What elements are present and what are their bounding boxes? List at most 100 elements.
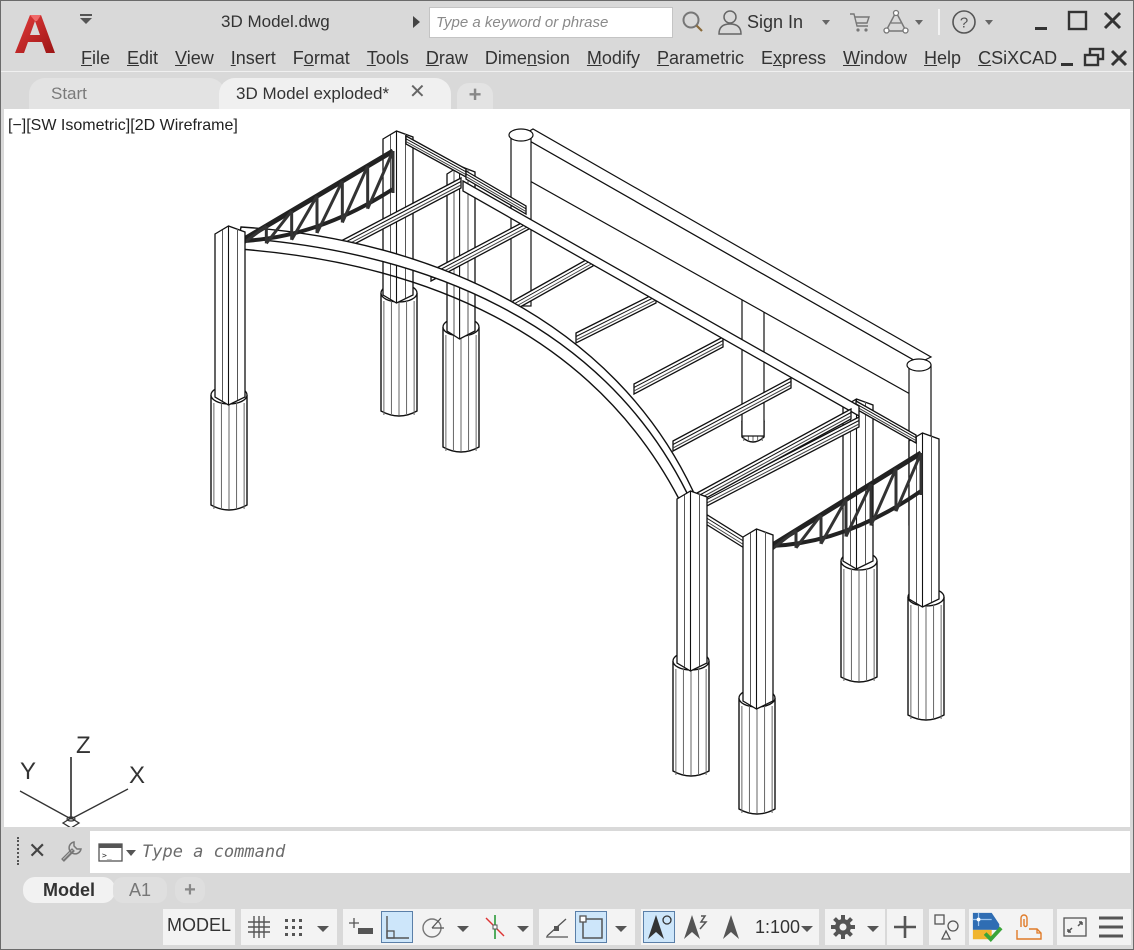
snap-dots-icon	[285, 919, 302, 936]
menu-view[interactable]: View	[175, 45, 214, 71]
layout-tab-model[interactable]: Model	[23, 877, 115, 903]
isodraft-dropdown-icon[interactable]	[517, 926, 529, 932]
isolate-objects-button[interactable]	[931, 911, 963, 943]
ucs-z-label: Z	[76, 732, 91, 759]
user-icon[interactable]	[717, 9, 743, 35]
title-expand-arrow-icon[interactable]	[413, 16, 420, 28]
menu-modify[interactable]: Modify	[587, 45, 640, 71]
drafting-group	[343, 909, 533, 945]
menu-file[interactable]: File	[81, 45, 110, 71]
close-tab-icon[interactable]: ✕	[409, 82, 426, 102]
object-snap-tracking-toggle[interactable]	[541, 911, 573, 943]
ortho-mode-toggle[interactable]	[381, 911, 413, 943]
snap-dropdown-icon[interactable]	[317, 926, 329, 932]
add-layout-button[interactable]: +	[175, 877, 205, 903]
ucs-y-label: Y	[20, 758, 36, 785]
help-icon[interactable]: ?	[951, 9, 977, 35]
polar-dropdown-icon[interactable]	[457, 926, 469, 932]
beam-web-line	[696, 415, 852, 501]
menu-window[interactable]: Window	[843, 45, 907, 71]
close-command-line-icon[interactable]: ✕	[28, 838, 46, 864]
annotation-monitor-group	[887, 909, 923, 945]
menu-draw[interactable]: Draw	[426, 45, 468, 71]
workspace-dropdown-icon[interactable]	[867, 926, 879, 932]
title-bar: 3D Model.dwg Sign In	[1, 1, 1133, 53]
menu-edit[interactable]: Edit	[127, 45, 158, 71]
quick-access-dropdown-icon[interactable]	[79, 13, 93, 25]
command-input-area[interactable]: >_	[90, 831, 1130, 873]
help-search-input[interactable]	[430, 8, 672, 37]
menu-parametric[interactable]: Parametric	[657, 45, 744, 71]
drawing-viewport[interactable]: [−][SW Isometric][2D Wireframe] Z Y X	[4, 109, 1130, 827]
command-line-grip[interactable]	[17, 837, 19, 865]
help-search-box[interactable]	[429, 7, 673, 38]
restore-drawing-icon[interactable]	[1083, 47, 1105, 69]
isodraft-toggle[interactable]	[479, 911, 511, 943]
cross-beam	[405, 134, 467, 179]
recent-commands-icon[interactable]: >_	[98, 843, 140, 863]
menu-help[interactable]: Help	[924, 45, 961, 71]
new-tab-button[interactable]: +	[457, 83, 493, 109]
command-input[interactable]	[142, 837, 1102, 867]
model-space-button[interactable]: MODEL	[163, 909, 235, 945]
file-tabs: Start 3D Model exploded* ✕ +	[1, 73, 1133, 109]
menu-express[interactable]: Express	[761, 45, 826, 71]
annotation-scale-value[interactable]: 1:100	[755, 917, 800, 938]
cart-icon[interactable]	[849, 11, 871, 33]
beam-web-line	[575, 299, 657, 341]
annotation-visibility-toggle[interactable]	[643, 911, 675, 943]
menu-csixcad[interactable]: CSiXCAD	[978, 45, 1057, 71]
minimize-window-icon[interactable]	[1031, 11, 1053, 33]
grid-toggle[interactable]	[243, 911, 275, 943]
polar-tracking-toggle[interactable]	[417, 911, 449, 943]
layout-tab-a1[interactable]: A1	[113, 877, 167, 903]
autocad-logo-icon[interactable]	[13, 11, 57, 57]
roof-purlin	[700, 415, 860, 511]
round-column-cap	[906, 358, 932, 372]
menu-dimension[interactable]: Dimension	[485, 45, 570, 71]
menu-insert[interactable]: Insert	[231, 45, 276, 71]
minimize-drawing-icon[interactable]	[1059, 51, 1077, 69]
snap-toggle[interactable]	[277, 911, 309, 943]
object-snap-toggle[interactable]	[575, 911, 607, 943]
beam-web-line	[672, 384, 792, 449]
menubar-divider	[1, 71, 1133, 72]
tab-3d-model-exploded[interactable]: 3D Model exploded* ✕	[219, 78, 451, 109]
customization-menu-button[interactable]	[1095, 911, 1127, 943]
help-dropdown-icon[interactable]	[985, 20, 993, 25]
tab-start[interactable]: Start	[29, 78, 225, 109]
viewport-controls-label[interactable]: [−][SW Isometric][2D Wireframe]	[8, 117, 238, 135]
clean-screen-button[interactable]	[1059, 911, 1091, 943]
close-drawing-icon[interactable]	[1109, 48, 1129, 68]
isolate-objects-icon	[934, 914, 959, 940]
annotation-scale-dropdown-icon[interactable]	[801, 926, 813, 932]
sign-in-dropdown-icon[interactable]	[822, 20, 830, 25]
annotation-scale-icon-button[interactable]	[715, 911, 747, 943]
wrench-customize-icon[interactable]	[59, 838, 85, 864]
menu-format[interactable]: Format	[293, 45, 350, 71]
ucs-icon: Z Y X	[19, 732, 145, 827]
workspace-switching-button[interactable]	[827, 911, 859, 943]
steel-column	[676, 490, 708, 672]
hardware-acceleration-icon	[972, 912, 1003, 942]
sign-in-link[interactable]: Sign In	[747, 12, 803, 33]
search-icon[interactable]	[681, 10, 705, 34]
menu-tools[interactable]: Tools	[367, 45, 409, 71]
annotation-monitor-button[interactable]	[889, 911, 921, 943]
autodesk-a360-icon[interactable]	[883, 9, 909, 35]
hardware-acceleration-button[interactable]	[971, 911, 1003, 943]
annotative-objects-button[interactable]	[1013, 911, 1045, 943]
steel-column	[742, 528, 774, 710]
osnap-dropdown-icon[interactable]	[615, 926, 627, 932]
titlebar-separator	[938, 9, 940, 35]
auto-scale-toggle[interactable]	[679, 911, 711, 943]
maximize-window-icon[interactable]	[1067, 10, 1089, 32]
osnap-tracking-icon	[546, 918, 568, 938]
3d-steel-structure-model[interactable]	[4, 109, 1130, 827]
close-window-icon[interactable]	[1102, 10, 1124, 32]
infer-constraints-toggle[interactable]	[345, 911, 377, 943]
auto-scale-icon	[684, 915, 708, 939]
beam-flange-line	[700, 420, 860, 503]
workspace-group	[825, 909, 885, 945]
a360-dropdown-icon[interactable]	[915, 20, 923, 25]
